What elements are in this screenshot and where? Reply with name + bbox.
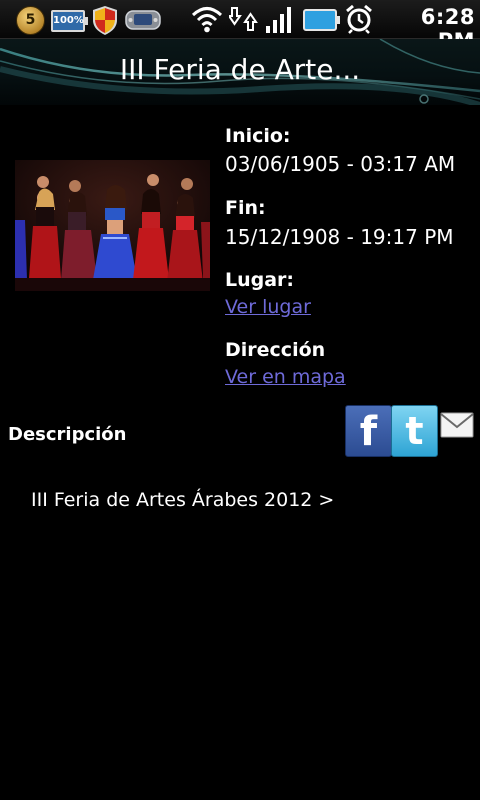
view-on-map-link[interactable]: Ver en mapa bbox=[225, 366, 346, 388]
mail-icon bbox=[440, 412, 474, 438]
twitter-icon: t bbox=[405, 409, 424, 453]
start-value: 03/06/1905 - 03:17 AM bbox=[225, 152, 456, 176]
facebook-share-button[interactable]: f bbox=[345, 405, 392, 457]
page-title: III Feria de Arte... bbox=[119, 53, 361, 86]
battery-icon bbox=[303, 9, 340, 31]
event-photo[interactable] bbox=[15, 160, 210, 291]
description-item-link[interactable]: III Feria de Artes Árabes 2012 > bbox=[31, 489, 334, 511]
alarm-clock-icon bbox=[346, 4, 372, 34]
event-photo-dancers-image bbox=[15, 160, 210, 291]
place-label: Lugar: bbox=[225, 269, 295, 291]
gameboy-icon bbox=[125, 10, 161, 30]
mail-share-button[interactable] bbox=[440, 412, 474, 442]
end-value: 15/12/1908 - 19:17 PM bbox=[225, 225, 454, 249]
end-label: Fin: bbox=[225, 197, 266, 219]
view-place-link[interactable]: Ver lugar bbox=[225, 296, 311, 318]
data-transfer-icon bbox=[229, 7, 258, 31]
start-label: Inicio: bbox=[225, 125, 291, 147]
wifi-icon bbox=[191, 7, 223, 33]
facebook-icon: f bbox=[359, 409, 378, 455]
description-heading: Descripción bbox=[8, 424, 127, 445]
signal-strength-icon bbox=[266, 7, 291, 33]
shield-icon bbox=[93, 6, 117, 35]
status-bar: 5 100% 6:28 bbox=[0, 0, 480, 53]
twitter-share-button[interactable]: t bbox=[391, 405, 438, 457]
notification-count-icon[interactable]: 5 bbox=[16, 6, 45, 35]
address-label: Dirección bbox=[225, 339, 326, 361]
title-banner: III Feria de Arte... bbox=[0, 39, 480, 105]
battery-percent-icon: 100% bbox=[51, 10, 88, 32]
